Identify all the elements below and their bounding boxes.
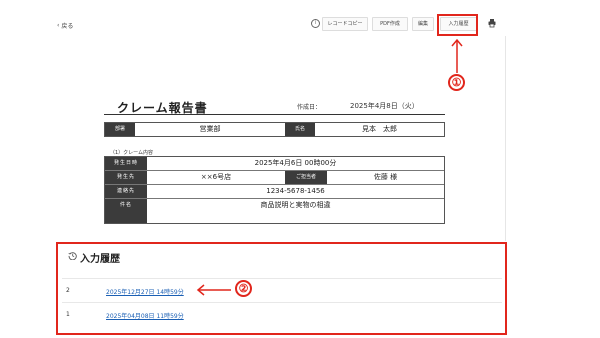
annotation-marker-2: ② — [235, 280, 252, 297]
row-value: 1234-5678-1456 — [266, 187, 325, 195]
arrow-up-icon — [451, 38, 463, 73]
annotation-marker-1: ① — [448, 74, 465, 91]
info-icon[interactable]: i — [311, 19, 320, 28]
row-label: 発生日時 — [105, 157, 147, 170]
table-row: 連絡先 1234-5678-1456 — [105, 185, 444, 199]
pdf-create-button[interactable]: PDF作成 — [372, 17, 408, 31]
table-row: 発生日時 2025年4月6日 00時00分 — [105, 157, 444, 171]
title-underline — [104, 114, 445, 115]
row-label: 件名 — [105, 199, 147, 223]
chevron-left-icon: ‹ — [57, 22, 60, 29]
history-button-highlight — [437, 14, 478, 36]
name-value: 見本 太郎 — [362, 125, 397, 133]
table-row: 発生先 ××6号店 ご担当者 佐藤 様 — [105, 171, 444, 185]
back-label: 戻る — [61, 23, 74, 30]
history-entry-link[interactable]: 2025年04月08日 11時59分 — [106, 311, 184, 320]
dept-label: 部署 — [105, 123, 135, 136]
row-value: 2025年4月6日 00時00分 — [254, 159, 337, 167]
history-icon — [68, 252, 77, 260]
history-index: 1 — [66, 311, 70, 318]
created-date-label: 作成日： — [297, 104, 322, 111]
row-label: 連絡先 — [105, 185, 147, 198]
created-date-value: 2025年4月8日（火） — [350, 102, 419, 110]
record-copy-button[interactable]: レコードコピー — [322, 17, 368, 31]
contact-person-label: ご担当者 — [285, 171, 327, 184]
history-index: 2 — [66, 287, 70, 294]
edit-button[interactable]: 編集 — [412, 17, 434, 31]
history-divider — [62, 278, 502, 279]
section-label: （1）クレーム内容 — [110, 150, 154, 156]
dept-name-row: 部署 営業部 氏名 見本 太郎 — [104, 122, 445, 137]
claim-table: 発生日時 2025年4月6日 00時00分 発生先 ××6号店 ご担当者 佐藤 … — [104, 156, 445, 224]
printer-icon[interactable] — [487, 18, 497, 28]
history-entry-link[interactable]: 2025年12月27日 14時59分 — [106, 287, 184, 296]
back-link[interactable]: ‹ 戻る — [57, 21, 73, 30]
name-label: 氏名 — [285, 123, 315, 136]
table-row: 件名 商品説明と実物の相違 — [105, 199, 444, 223]
history-divider — [62, 302, 502, 303]
arrow-left-icon — [196, 284, 231, 296]
row-value: ××6号店 — [200, 173, 232, 181]
history-title: 入力履歴 — [80, 254, 120, 265]
row-label: 発生先 — [105, 171, 147, 184]
content-divider — [505, 36, 506, 241]
row-value: 商品説明と実物の相違 — [260, 201, 331, 209]
contact-person-value: 佐藤 様 — [373, 173, 398, 181]
dept-value: 営業部 — [199, 125, 221, 133]
